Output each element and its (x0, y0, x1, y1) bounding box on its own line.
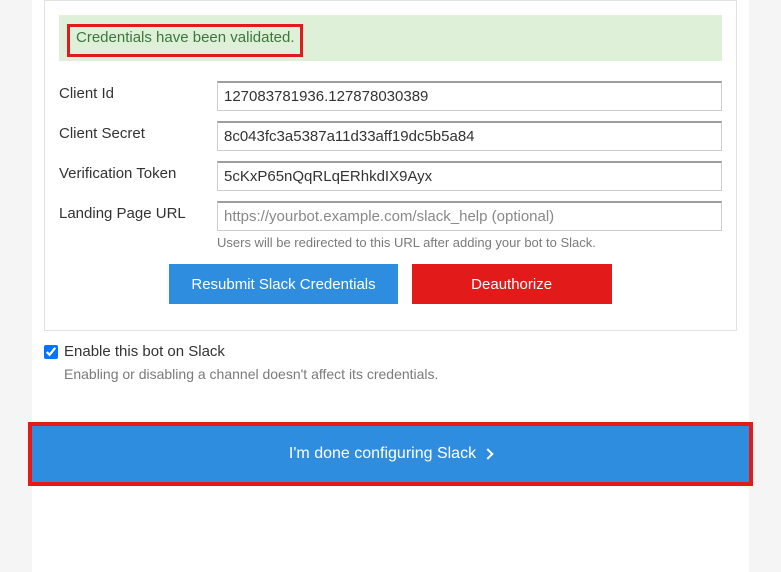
enable-checkbox-row[interactable]: Enable this bot on Slack (44, 343, 737, 360)
help-landing-url: Users will be redirected to this URL aft… (217, 235, 722, 250)
done-button-label: I'm done configuring Slack (289, 445, 476, 463)
row-client-secret: Client Secret (59, 121, 722, 151)
enable-checkbox[interactable] (44, 345, 58, 359)
credentials-button-row: Resubmit Slack Credentials Deauthorize (59, 264, 722, 304)
row-verification-token: Verification Token (59, 161, 722, 191)
input-client-id[interactable] (217, 81, 722, 111)
input-landing-url[interactable] (217, 201, 722, 231)
done-configuring-button[interactable]: I'm done configuring Slack (32, 426, 749, 482)
credentials-card: Credentials have been validated. Client … (44, 0, 737, 331)
deauthorize-button[interactable]: Deauthorize (412, 264, 612, 304)
field-landing-url: Users will be redirected to this URL aft… (217, 201, 722, 250)
resubmit-credentials-button[interactable]: Resubmit Slack Credentials (169, 264, 397, 304)
enable-checkbox-label: Enable this bot on Slack (64, 343, 225, 360)
row-landing-url: Landing Page URL Users will be redirecte… (59, 201, 722, 250)
field-client-id (217, 81, 722, 111)
validation-alert-highlight: Credentials have been validated. (67, 24, 303, 57)
row-client-id: Client Id (59, 81, 722, 111)
validation-alert-text: Credentials have been validated. (76, 29, 294, 46)
input-client-secret[interactable] (217, 121, 722, 151)
label-verification-token: Verification Token (59, 161, 217, 182)
page-container: Credentials have been validated. Client … (32, 0, 749, 572)
field-verification-token (217, 161, 722, 191)
enable-help-text: Enabling or disabling a channel doesn't … (64, 366, 737, 382)
field-client-secret (217, 121, 722, 151)
chevron-right-icon (482, 448, 493, 459)
label-landing-url: Landing Page URL (59, 201, 217, 222)
label-client-id: Client Id (59, 81, 217, 102)
done-button-highlight: I'm done configuring Slack (28, 422, 753, 486)
validation-alert: Credentials have been validated. (59, 15, 722, 61)
enable-section: Enable this bot on Slack Enabling or dis… (32, 331, 749, 392)
input-verification-token[interactable] (217, 161, 722, 191)
label-client-secret: Client Secret (59, 121, 217, 142)
